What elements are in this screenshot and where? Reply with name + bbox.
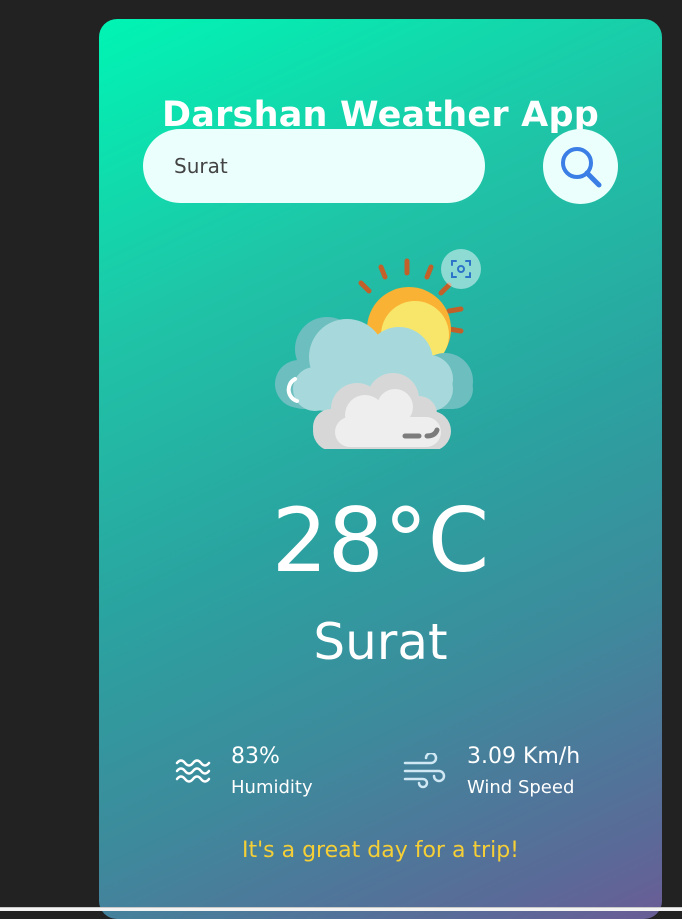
search-box[interactable] xyxy=(143,129,485,203)
search-button[interactable] xyxy=(543,129,618,204)
wind-stat: 3.09 Km/h Wind Speed xyxy=(403,744,580,798)
city-name: Surat xyxy=(313,613,448,671)
window-bottom-edge xyxy=(0,907,682,911)
wind-value: 3.09 Km/h xyxy=(467,744,581,769)
humidity-label: Humidity xyxy=(231,777,313,798)
wind-label: Wind Speed xyxy=(467,777,575,798)
search-icon xyxy=(560,146,601,187)
wind-icon xyxy=(403,753,446,789)
humidity-stat: 83% Humidity xyxy=(175,744,313,798)
weather-card: Darshan Weather App Surat 28°C Surat 83%… xyxy=(99,19,662,919)
humidity-waves-icon xyxy=(175,759,211,783)
humidity-value: 83% xyxy=(231,744,280,769)
scan-icon xyxy=(451,260,471,278)
search-input[interactable] xyxy=(174,154,454,178)
lens-scan-icon[interactable] xyxy=(441,249,481,289)
trip-message: It's a great day for a trip! xyxy=(242,838,519,863)
temperature: 28°C xyxy=(271,489,490,592)
